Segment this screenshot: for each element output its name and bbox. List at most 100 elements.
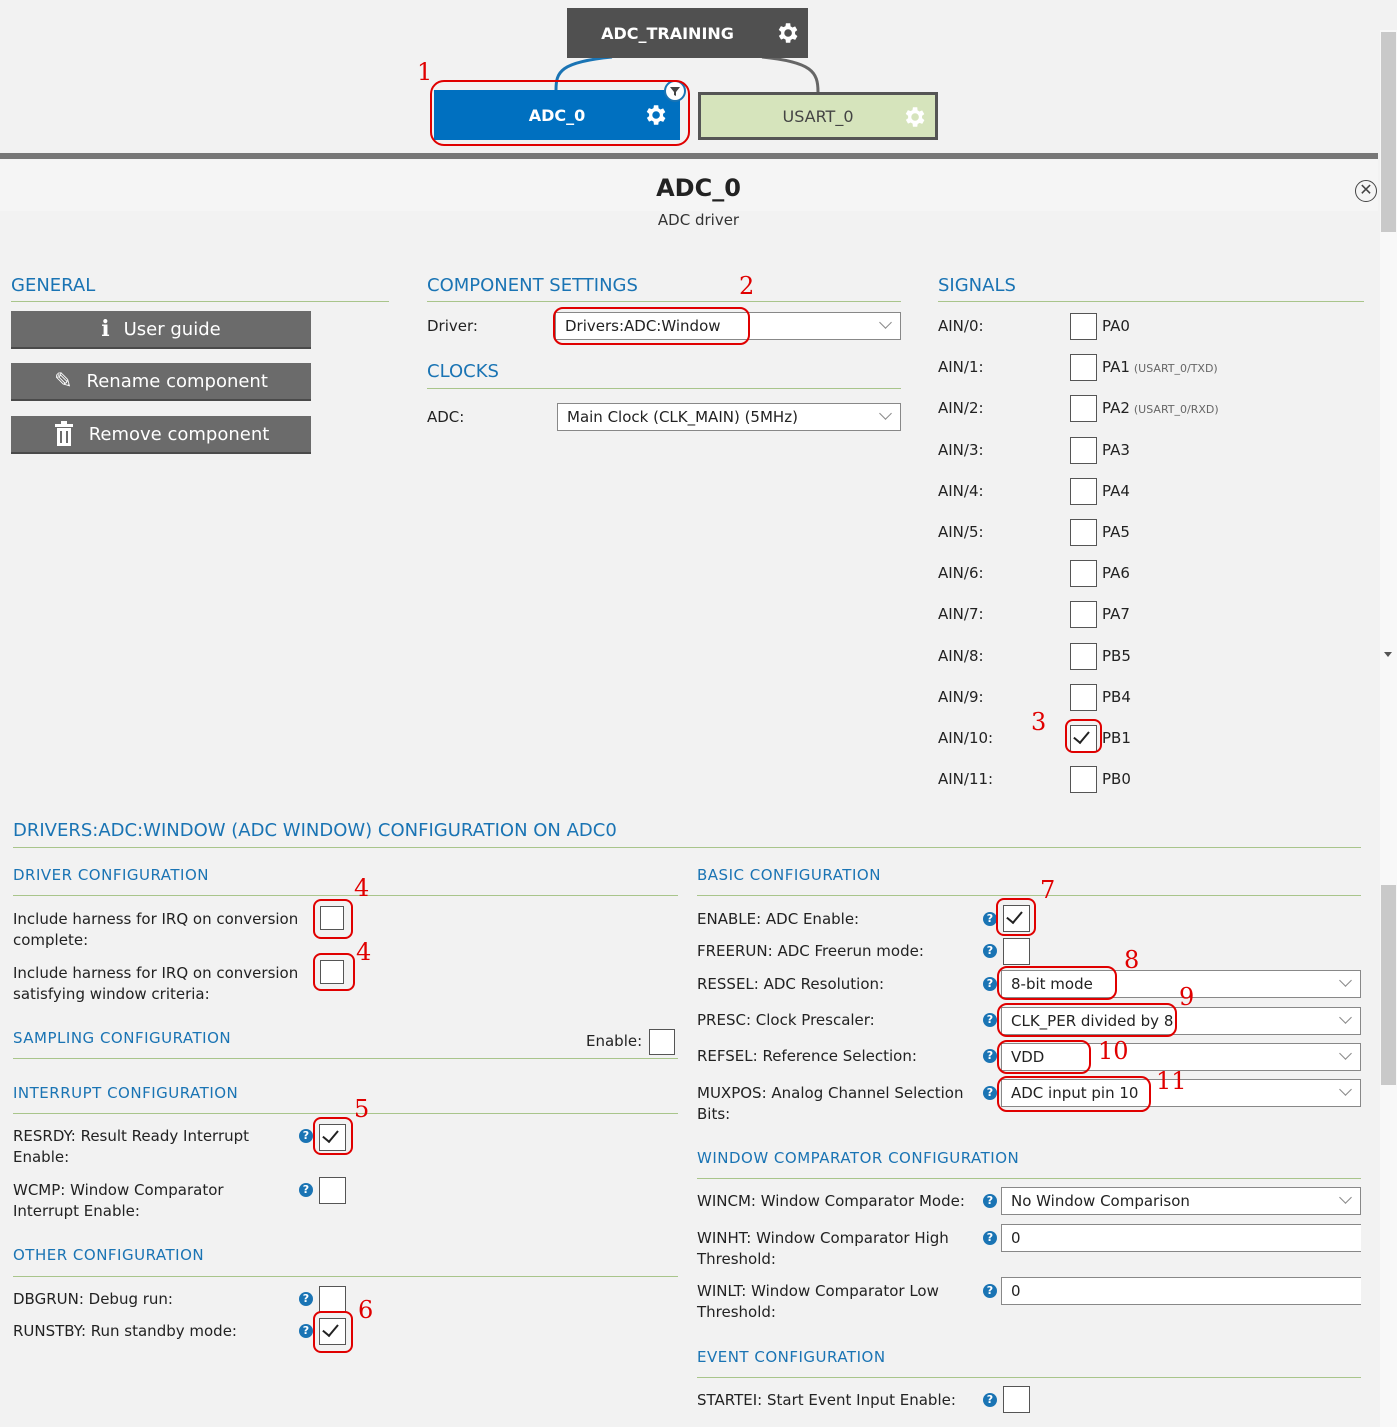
signal-checkbox[interactable] <box>1070 643 1097 670</box>
rename-label: Rename component <box>86 370 268 392</box>
irq-window-label-2: satisfying window criteria: <box>13 985 210 1003</box>
annotation-box-4a <box>313 899 353 939</box>
remove-component-button[interactable]: Remove component <box>11 416 311 454</box>
wcmp-checkbox[interactable] <box>319 1177 346 1204</box>
help-icon[interactable]: ? <box>983 1231 997 1245</box>
gear-icon[interactable] <box>774 20 800 46</box>
wcmp-label-2: Interrupt Enable: <box>13 1202 140 1220</box>
clocks-heading: CLOCKS <box>427 361 499 382</box>
help-icon[interactable]: ? <box>983 1013 997 1027</box>
close-icon[interactable]: ✕ <box>1355 180 1377 202</box>
window-comparator-heading: WINDOW COMPARATOR CONFIGURATION <box>697 1149 1020 1167</box>
winht-input[interactable]: 0 <box>1001 1224 1361 1252</box>
annotation-box-6 <box>313 1311 353 1353</box>
scroll-down-icon[interactable] <box>1384 652 1392 657</box>
root-node-adc-training[interactable]: ADC_TRAINING <box>567 8 808 58</box>
divider <box>697 1377 1361 1378</box>
startei-checkbox[interactable] <box>1003 1386 1030 1413</box>
signal-pin-note: (USART_0/TXD) <box>1133 362 1218 375</box>
help-icon[interactable]: ? <box>983 1049 997 1063</box>
page-title: ADC_0 <box>656 174 741 202</box>
signal-label: AIN/11: <box>938 770 994 788</box>
gear-icon[interactable] <box>901 104 927 130</box>
usart-node[interactable]: USART_0 <box>698 92 938 140</box>
adc-clock-select[interactable]: Main Clock (CLK_MAIN) (5MHz) <box>557 403 901 431</box>
annotation-box-10 <box>997 1040 1091 1074</box>
winlt-input[interactable]: 0 <box>1001 1277 1361 1305</box>
annotation-number: 2 <box>739 272 755 300</box>
signal-pin-name: PA2 <box>1102 399 1130 417</box>
annotation-box-5 <box>313 1117 353 1155</box>
divider <box>938 301 1364 302</box>
help-icon[interactable]: ? <box>299 1129 313 1143</box>
annotation-box-2 <box>553 307 750 345</box>
divider <box>427 388 901 389</box>
help-icon[interactable]: ? <box>983 1284 997 1298</box>
scrollbar-thumb-top[interactable] <box>1381 32 1396 232</box>
signal-checkbox[interactable] <box>1070 478 1097 505</box>
chevron-down-icon <box>1339 1011 1352 1024</box>
help-icon[interactable]: ? <box>299 1292 313 1306</box>
signal-checkbox[interactable] <box>1070 766 1097 793</box>
signal-checkbox[interactable] <box>1070 395 1097 422</box>
signal-pin: PB4 <box>1102 688 1131 706</box>
sampling-enable-checkbox[interactable] <box>649 1029 675 1055</box>
help-icon[interactable]: ? <box>983 944 997 958</box>
signal-label: AIN/3: <box>938 441 984 459</box>
pencil-icon: ✎ <box>54 368 73 394</box>
chevron-down-icon <box>1339 974 1352 987</box>
scrollbar-track[interactable] <box>1380 30 1397 1427</box>
signal-pin: PA1 (USART_0/TXD) <box>1102 358 1218 376</box>
signal-pin-name: PB1 <box>1102 729 1131 747</box>
help-icon[interactable]: ? <box>299 1324 313 1338</box>
signal-pin-note: (USART_0/RXD) <box>1133 403 1219 416</box>
driver-configuration-heading: DRIVER CONFIGURATION <box>13 866 210 884</box>
annotation-number: 3 <box>1031 708 1047 736</box>
divider <box>13 1276 678 1277</box>
help-icon[interactable]: ? <box>983 1194 997 1208</box>
divider <box>697 1178 1361 1179</box>
user-guide-label: User guide <box>123 318 221 340</box>
event-configuration-heading: EVENT CONFIGURATION <box>697 1348 886 1366</box>
signal-checkbox[interactable] <box>1070 313 1097 340</box>
signal-checkbox[interactable] <box>1070 354 1097 381</box>
irq-complete-label-2: complete: <box>13 931 89 949</box>
signal-checkbox[interactable] <box>1070 437 1097 464</box>
divider <box>427 301 901 302</box>
signal-label: AIN/1: <box>938 358 984 376</box>
help-icon[interactable]: ? <box>983 1393 997 1407</box>
signal-checkbox[interactable] <box>1070 684 1097 711</box>
signal-checkbox[interactable] <box>1070 560 1097 587</box>
help-icon[interactable]: ? <box>983 977 997 991</box>
adc-clock-label: ADC: <box>427 408 465 426</box>
dbgrun-label: DBGRUN: Debug run: <box>13 1290 173 1308</box>
annotation-box-9 <box>997 1003 1177 1037</box>
rename-component-button[interactable]: ✎ Rename component <box>11 363 311 401</box>
adc-clock-value: Main Clock (CLK_MAIN) (5MHz) <box>567 408 798 426</box>
divider <box>697 895 1361 896</box>
sampling-configuration-heading: SAMPLING CONFIGURATION <box>13 1029 232 1047</box>
dbgrun-checkbox[interactable] <box>319 1286 346 1313</box>
signal-label: AIN/6: <box>938 564 984 582</box>
usart-node-label: USART_0 <box>782 106 854 126</box>
signals-heading: SIGNALS <box>938 275 1016 296</box>
signal-pin: PB0 <box>1102 770 1131 788</box>
signal-pin-name: PA7 <box>1102 605 1130 623</box>
divider <box>11 301 389 302</box>
freerun-checkbox[interactable] <box>1003 938 1030 965</box>
signal-pin-name: PA0 <box>1102 317 1130 335</box>
signal-label: AIN/8: <box>938 647 984 665</box>
help-icon[interactable]: ? <box>299 1183 313 1197</box>
driver-label: Driver: <box>427 317 478 335</box>
help-icon[interactable]: ? <box>983 912 997 926</box>
wincm-select[interactable]: No Window Comparison <box>1001 1187 1361 1215</box>
user-guide-button[interactable]: i User guide <box>11 311 311 349</box>
signal-pin: PA5 <box>1102 523 1130 541</box>
signal-pin-name: PA5 <box>1102 523 1130 541</box>
scrollbar-thumb-config[interactable] <box>1381 885 1396 1085</box>
help-icon[interactable]: ? <box>983 1086 997 1100</box>
winlt-label-1: WINLT: Window Comparator Low <box>697 1282 939 1300</box>
signal-checkbox[interactable] <box>1070 519 1097 546</box>
signal-checkbox[interactable] <box>1070 601 1097 628</box>
annotation-number: 9 <box>1179 983 1195 1011</box>
